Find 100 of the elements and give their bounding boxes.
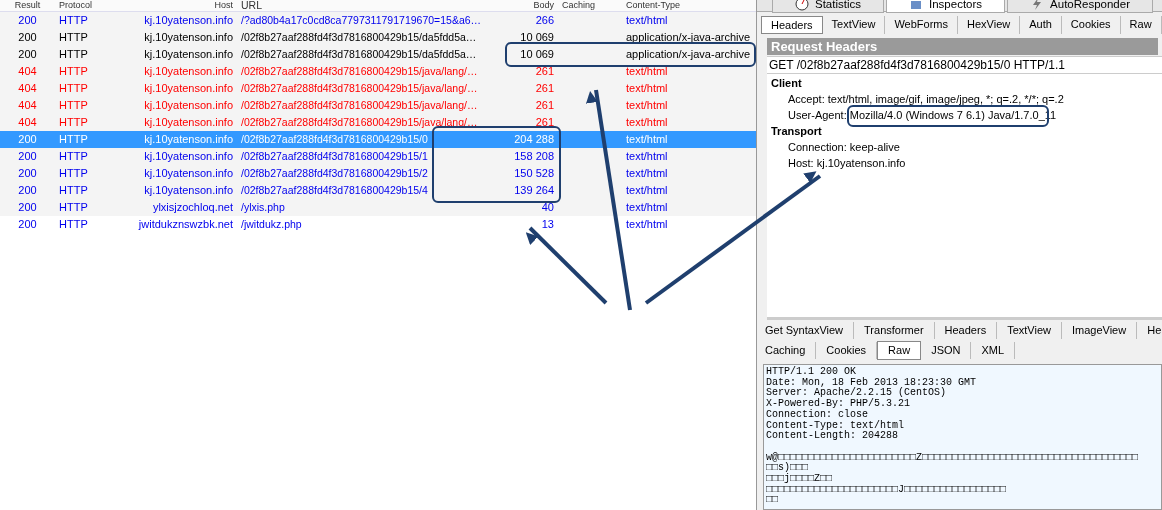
host-cell-text: kj.10yatenson.info xyxy=(143,30,234,45)
url-cell-text: /02f8b27aaf288fd4f3d7816800429b15/da5fdd5a… xyxy=(240,47,478,62)
protocol-cell-text: HTTP xyxy=(58,30,89,45)
column-header[interactable]: URL xyxy=(237,0,500,11)
tab[interactable]: ImageView xyxy=(1061,321,1138,339)
result-cell-text: 200 xyxy=(17,13,38,28)
tab[interactable]: Transformer xyxy=(854,321,935,339)
host-cell-text: kj.10yatenson.info xyxy=(143,81,234,96)
protocol-cell-text: HTTP xyxy=(58,200,89,215)
tab[interactable]: Headers xyxy=(934,321,998,339)
body-cell-text: 261 xyxy=(534,64,555,79)
host-cell-text: kj.10yatenson.info xyxy=(143,183,234,198)
session-row[interactable]: 200 HTTP kj.10yatenson.info /02f8b27aaf288fd4f3d7816800429b15/1 158 208 text/html xyxy=(0,148,756,165)
host-cell-text: kj.10yatenson.info xyxy=(143,47,234,62)
session-row[interactable]: 404 HTTP kj.10yatenson.info /02f8b27aaf288fd4f3d7816800429b15/java/lang/… 261 text/html xyxy=(0,114,756,131)
session-row[interactable]: 200 HTTP kj.10yatenson.info /02f8b27aaf288fd4f3d7816800429b15/4 139 264 text/html xyxy=(0,182,756,199)
tab[interactable]: AutoResponder xyxy=(1007,0,1153,13)
content-type-cell-text: text/html xyxy=(625,149,669,164)
tab[interactable]: Cookies xyxy=(1061,16,1121,34)
result-cell-text: 404 xyxy=(17,81,38,96)
result-cell-text: 200 xyxy=(17,217,38,232)
tab[interactable]: TextView xyxy=(822,16,886,34)
header-line[interactable]: Connection: keep-alive xyxy=(767,139,1162,155)
tab[interactable]: Auth xyxy=(1020,16,1062,34)
result-cell-text: 200 xyxy=(17,166,38,181)
content-type-cell-text: text/html xyxy=(625,217,669,232)
host-cell-text: kj.10yatenson.info xyxy=(143,149,234,164)
section-title: Request Headers xyxy=(767,38,1158,55)
tab[interactable]: WebForms xyxy=(885,16,958,34)
protocol-cell-text: HTTP xyxy=(58,132,89,147)
url-cell-text: /02f8b27aaf288fd4f3d7816800429b15/java/lang/… xyxy=(240,115,479,130)
body-cell-text: 150 528 xyxy=(513,166,555,181)
host-cell-text: ylxisjzochloq.net xyxy=(151,200,234,215)
result-cell-text: 200 xyxy=(17,47,38,62)
body-cell-text: 204 288 xyxy=(513,132,555,147)
result-cell-text: 200 xyxy=(17,30,38,45)
tab[interactable]: Inspectors xyxy=(886,0,1006,13)
session-row[interactable]: 404 HTTP kj.10yatenson.info /02f8b27aaf288fd4f3d7816800429b15/java/lang/… 261 text/html xyxy=(0,63,756,80)
tab[interactable]: TextView xyxy=(997,321,1062,339)
protocol-cell-text: HTTP xyxy=(58,183,89,198)
protocol-cell-text: HTTP xyxy=(58,166,89,181)
host-cell-text: kj.10yatenson.info xyxy=(143,115,234,130)
tab[interactable]: Raw xyxy=(877,340,922,360)
body-cell-text: 10 069 xyxy=(519,30,555,45)
content-type-cell-text: application/x-java-archive xyxy=(625,30,752,45)
body-cell-text: 261 xyxy=(534,115,555,130)
content-type-cell-text: text/html xyxy=(625,200,669,215)
stopwatch-icon xyxy=(795,0,809,11)
protocol-cell-text: HTTP xyxy=(58,149,89,164)
column-header[interactable]: Host xyxy=(113,0,237,11)
column-header[interactable]: Content-Type xyxy=(620,0,756,11)
tab[interactable]: JSON xyxy=(921,341,972,359)
protocol-cell-text: HTTP xyxy=(58,81,89,96)
body-cell-text: 10 069 xyxy=(519,47,555,62)
header-group-title[interactable]: Transport xyxy=(767,123,1162,139)
content-type-cell-text: application/x-java-archive xyxy=(625,47,752,62)
column-header[interactable]: Caching xyxy=(558,0,620,11)
column-header[interactable]: Protocol xyxy=(55,0,113,11)
tab[interactable]: Raw xyxy=(1120,16,1162,34)
content-type-cell-text: text/html xyxy=(625,183,669,198)
content-type-cell-text: text/html xyxy=(625,98,669,113)
content-type-cell-text: text/html xyxy=(625,13,669,28)
raw-response-text[interactable]: HTTP/1.1 200 OK Date: Mon, 18 Feb 2013 18:23:30 GMT Server: Apache/2.2.15 (CentOS) X-Powered-By: PHP/5.3.21 Connection: close Content-Type: text/html Content-Length: 204288 w@□□□□□□□□□□□□□□□□□□□□□□□Z□□□□□□□□□□□□□□□□□□□□□□□□□□□□□□□□□□□□ □□s)□□□ □□□j□□□□Z□□ □□□□□□□□□□□□□□□□□□□□□□J□□□□□□□□□□□□□□□□□ □□ xyxy=(763,364,1162,510)
session-row[interactable]: 200 HTTP kj.10yatenson.info /02f8b27aaf288fd4f3d7816800429b15/da5fdd5a… 10 069 application/x-java-archive xyxy=(0,46,756,63)
url-cell-text: /jwitdukz.php xyxy=(240,217,303,232)
protocol-cell-text: HTTP xyxy=(58,98,89,113)
tab[interactable]: Get SyntaxView xyxy=(763,321,855,339)
session-row[interactable]: 200 HTTP kj.10yatenson.info /02f8b27aaf288fd4f3d7816800429b15/da5fdd5a… 10 069 application/x-java-archive xyxy=(0,29,756,46)
session-row[interactable]: 404 HTTP kj.10yatenson.info /02f8b27aaf288fd4f3d7816800429b15/java/lang/… 261 text/html xyxy=(0,97,756,114)
column-header[interactable]: Body xyxy=(500,0,558,11)
tab[interactable]: Statistics xyxy=(772,0,884,13)
tab[interactable]: He xyxy=(1137,321,1162,339)
content-type-cell-text: text/html xyxy=(625,81,669,96)
header-group-title[interactable]: Client xyxy=(767,75,1162,91)
url-cell-text: /ylxis.php xyxy=(240,200,286,215)
session-row[interactable]: 200 HTTP kj.10yatenson.info /?ad80b4a17c0cd8ca7797311791719670=15&a6… 266 text/html xyxy=(0,12,756,29)
url-cell-text: /?ad80b4a17c0cd8ca7797311791719670=15&a6… xyxy=(240,13,483,28)
host-cell-text: kj.10yatenson.info xyxy=(143,98,234,113)
content-type-cell-text: text/html xyxy=(625,115,669,130)
tab[interactable]: XML xyxy=(971,341,1016,359)
result-cell-text: 200 xyxy=(17,183,38,198)
session-row[interactable]: 404 HTTP kj.10yatenson.info /02f8b27aaf288fd4f3d7816800429b15/java/lang/… 261 text/html xyxy=(0,80,756,97)
session-row[interactable]: 200 HTTP ylxisjzochloq.net /ylxis.php 40 text/html xyxy=(0,199,756,216)
session-row[interactable]: 200 HTTP kj.10yatenson.info /02f8b27aaf288fd4f3d7816800429b15/2 150 528 text/html xyxy=(0,165,756,182)
host-cell-text: kj.10yatenson.info xyxy=(143,132,234,147)
content-type-cell-text: text/html xyxy=(625,166,669,181)
tab[interactable]: HexView xyxy=(958,16,1021,34)
tab[interactable]: Caching xyxy=(763,341,817,359)
protocol-cell-text: HTTP xyxy=(58,13,89,28)
header-line[interactable]: Accept: text/html, image/gif, image/jpeg, *; q=.2, */*; q=.2 xyxy=(767,91,1162,107)
url-cell-text: /02f8b27aaf288fd4f3d7816800429b15/java/lang/… xyxy=(240,81,479,96)
tab[interactable]: Headers xyxy=(761,16,823,34)
column-header[interactable]: Result xyxy=(0,0,55,11)
result-cell-text: 200 xyxy=(17,132,38,147)
url-cell-text: /02f8b27aaf288fd4f3d7816800429b15/0 xyxy=(240,132,429,147)
protocol-cell-text: HTTP xyxy=(58,64,89,79)
header-line[interactable]: Host: kj.10yatenson.info xyxy=(767,155,1162,171)
url-cell-text: /02f8b27aaf288fd4f3d7816800429b15/4 xyxy=(240,183,429,198)
url-cell-text: /02f8b27aaf288fd4f3d7816800429b15/2 xyxy=(240,166,429,181)
result-cell-text: 404 xyxy=(17,98,38,113)
